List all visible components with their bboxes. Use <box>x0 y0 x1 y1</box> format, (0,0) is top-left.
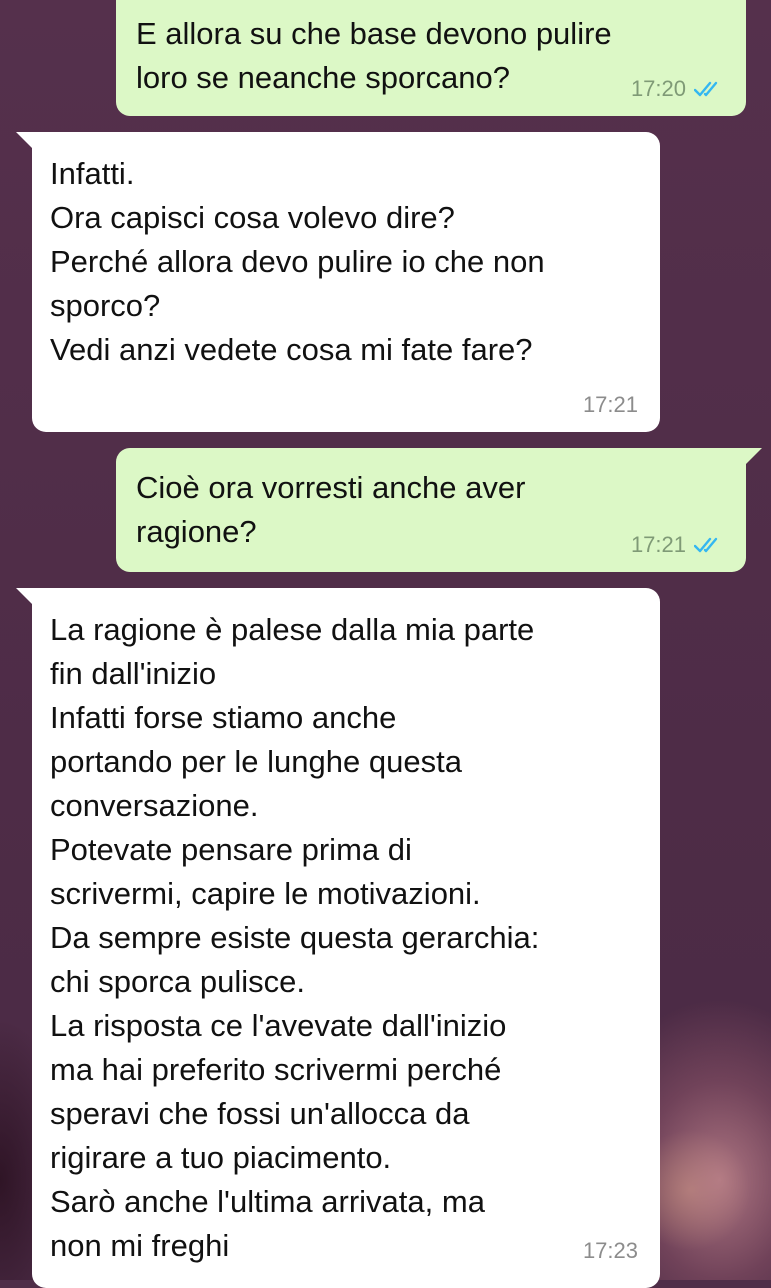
message-time: 17:20 <box>630 76 686 101</box>
message-meta: 17:21 <box>583 392 638 418</box>
incoming-message-bubble[interactable]: La ragione è palese dalla mia parte fin … <box>16 588 660 1288</box>
message-meta: 17:23 <box>583 1238 638 1264</box>
message-text: Infatti. Ora capisci cosa volevo dire? P… <box>50 156 545 367</box>
outgoing-message-bubble[interactable]: Cioè ora vorresti anche aver ragione? 17… <box>116 448 762 572</box>
bubble-tail <box>16 588 34 606</box>
message-time: 17:21 <box>582 392 638 417</box>
read-double-check-icon <box>694 537 718 553</box>
incoming-message-bubble[interactable]: Infatti. Ora capisci cosa volevo dire? P… <box>16 132 660 432</box>
message-time: 17:21 <box>630 532 686 557</box>
bubble-tail <box>16 132 34 150</box>
message-meta: 17:20 <box>631 76 724 102</box>
outgoing-message-bubble[interactable]: E allora su che base devono pulire loro … <box>116 0 746 116</box>
message-time: 17:23 <box>582 1238 638 1263</box>
message-meta: 17:21 <box>631 532 724 558</box>
message-text: La ragione è palese dalla mia parte fin … <box>50 612 540 1263</box>
read-double-check-icon <box>694 81 718 97</box>
bubble-tail <box>744 448 762 466</box>
